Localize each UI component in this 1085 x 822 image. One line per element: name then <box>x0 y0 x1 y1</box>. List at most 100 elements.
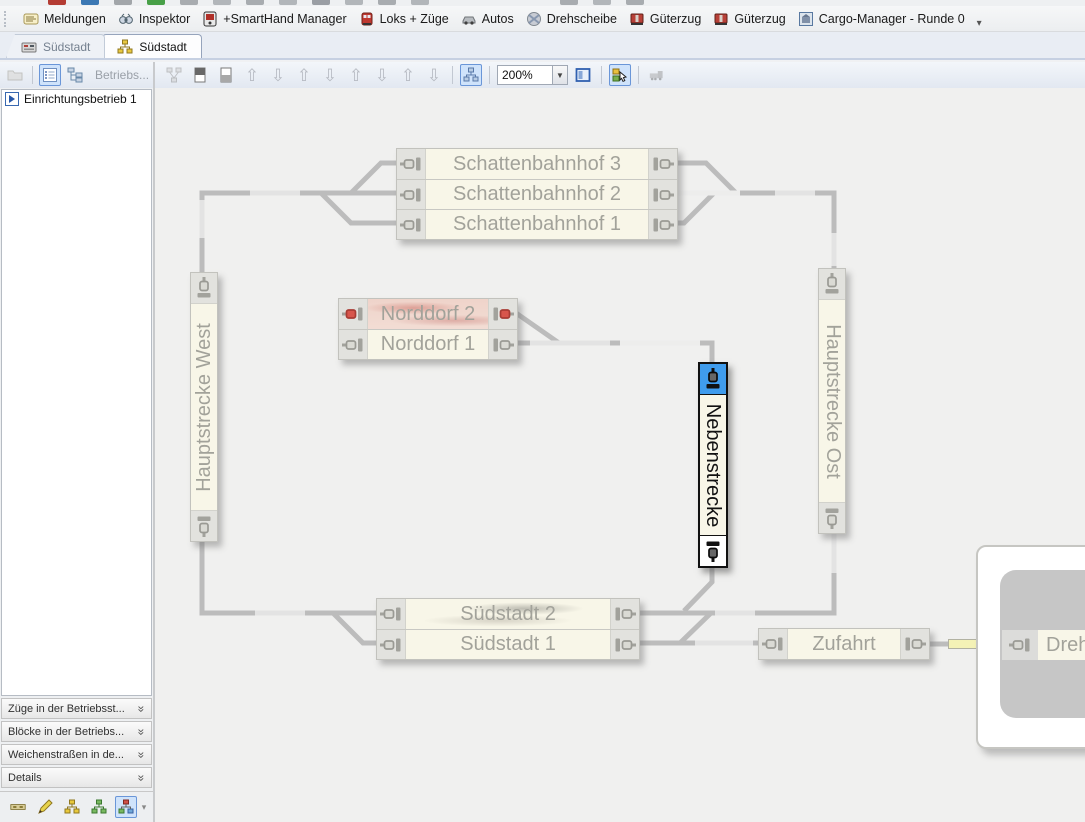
block-label: Südstadt 1 <box>460 633 556 656</box>
clipped-toolbar-icon <box>560 0 578 5</box>
train-tool-button[interactable] <box>646 64 668 86</box>
drehscheibe-button[interactable]: Drehscheibe <box>520 9 623 29</box>
hierarchy-mixed-button[interactable] <box>115 796 137 818</box>
clipped-toolbar-icon <box>180 0 198 5</box>
gueterzug-button-1[interactable]: Güterzug <box>623 9 707 29</box>
clipped-toolbar-icon <box>147 0 165 5</box>
hierarchy-yellow-button[interactable] <box>61 796 83 818</box>
list-item-einrichtungsbetrieb[interactable]: Einrichtungsbetrieb 1 <box>2 90 151 108</box>
sidebar-sections: Züge in der Betriebsst... » Blöcke in de… <box>0 698 153 788</box>
panel-view-button[interactable] <box>572 64 594 86</box>
stop-marker-icon <box>705 367 721 391</box>
block-bottom-button[interactable] <box>215 64 237 86</box>
inspektor-icon <box>118 11 134 27</box>
move-down-icon[interactable]: ⇩ <box>267 67 289 84</box>
move-down-icon[interactable]: ⇩ <box>371 67 393 84</box>
stop-marker-icon <box>613 637 637 653</box>
cargo-manager-button[interactable]: Cargo-Manager - Runde 0 <box>792 9 971 29</box>
cargo-manager-icon <box>798 11 814 27</box>
clipped-toolbar-icon <box>246 0 264 5</box>
stop-marker-icon <box>196 276 212 300</box>
block-schattenbahnhof-2[interactable]: Schattenbahnhof 2 <box>397 179 677 209</box>
network-button[interactable] <box>163 64 185 86</box>
toolbar-grip[interactable] <box>4 11 11 27</box>
folder-options-button[interactable] <box>4 64 26 86</box>
block-hauptstrecke-west[interactable]: Hauptstrecke West <box>190 272 218 542</box>
tree-view-button[interactable] <box>64 64 86 86</box>
block-hauptstrecke-ost[interactable]: Hauptstrecke Ost <box>818 268 846 534</box>
toolbar-overflow-icon[interactable]: ▾ <box>977 18 982 31</box>
toolbar-overflow-icon[interactable]: ▾ <box>142 802 147 813</box>
edit-pencil-button[interactable] <box>34 796 56 818</box>
track-element-button[interactable] <box>7 796 29 818</box>
block-label: Schattenbahnhof 3 <box>453 153 621 176</box>
hierarchy-view-button[interactable] <box>460 64 482 86</box>
move-down-icon[interactable]: ⇩ <box>423 67 445 84</box>
move-up-icon[interactable]: ⇧ <box>241 67 263 84</box>
section-zuege[interactable]: Züge in der Betriebsst... » <box>1 698 152 719</box>
stop-marker-icon <box>379 606 403 622</box>
hierarchy-green-icon <box>91 799 107 815</box>
block-top-button[interactable] <box>189 64 211 86</box>
block-exit-cap <box>191 511 217 541</box>
block-entry-cap <box>377 630 405 659</box>
block-schattenbahnhof-3[interactable]: Schattenbahnhof 3 <box>397 149 677 179</box>
block-exit-cap <box>649 180 677 209</box>
move-up-icon[interactable]: ⇧ <box>397 67 419 84</box>
block-nebenstrecke-selected[interactable]: Nebenstrecke <box>698 362 728 568</box>
turntable-panel: Drehs <box>976 545 1085 749</box>
network-icon <box>166 67 182 83</box>
select-tool-button[interactable] <box>609 64 631 86</box>
block-zufahrt[interactable]: Zufahrt <box>758 628 930 660</box>
main-area: Einrichtungsbetrieb 1 Züge in der Betrie… <box>0 88 1085 822</box>
move-up-icon[interactable]: ⇧ <box>293 67 315 84</box>
smarthand-manager-button[interactable]: +SmartHand Manager <box>196 9 352 29</box>
inspektor-button[interactable]: Inspektor <box>112 9 196 29</box>
hierarchy-yellow-icon <box>64 799 80 815</box>
stop-marker-icon <box>399 156 423 172</box>
view-mode-label: Betriebs... <box>95 68 149 82</box>
block-drehscheibe[interactable]: Drehs <box>1002 630 1085 660</box>
meldungen-button[interactable]: Meldungen <box>17 9 112 29</box>
separator <box>638 66 639 84</box>
block-norddorf-2[interactable]: Norddorf 2 <box>339 299 517 329</box>
tab-label: Südstadt <box>43 40 90 54</box>
pencil-icon <box>37 799 53 815</box>
loks-zuege-button[interactable]: Loks + Züge <box>353 9 455 29</box>
zoom-input[interactable] <box>497 65 553 85</box>
autos-button[interactable]: Autos <box>455 9 520 29</box>
move-up-icon[interactable]: ⇧ <box>345 67 367 84</box>
clipped-toolbar-icon <box>114 0 132 5</box>
cargo-manager-label: Cargo-Manager - Runde 0 <box>819 12 965 26</box>
block-norddorf-1[interactable]: Norddorf 1 <box>339 329 517 359</box>
main-toolbar: Meldungen Inspektor +SmartHand Manager L… <box>0 6 1085 32</box>
block-suedstadt-2[interactable]: Südstadt 2 <box>377 599 639 629</box>
section-weichenstrassen[interactable]: Weichenstraßen in de... » <box>1 744 152 765</box>
zoom-dropdown-button[interactable]: ▼ <box>553 65 568 85</box>
block-suedstadt-1[interactable]: Südstadt 1 <box>377 629 639 659</box>
separator <box>32 66 33 84</box>
loks-zuege-label: Loks + Züge <box>380 12 449 26</box>
sidebar-toolbar: Betriebs... <box>0 62 155 88</box>
stop-marker-icon <box>399 187 423 203</box>
stop-marker-icon <box>196 514 212 538</box>
section-bloecke[interactable]: Blöcke in der Betriebs... » <box>1 721 152 742</box>
block-label: Nebenstrecke <box>702 403 725 526</box>
list-view-button[interactable] <box>39 64 61 86</box>
stop-marker-icon <box>824 506 840 530</box>
section-label: Details <box>8 772 42 784</box>
clipped-toolbar-icon <box>626 0 644 5</box>
move-down-icon[interactable]: ⇩ <box>319 67 341 84</box>
tab-suedstadt-switchboard[interactable]: Südstadt <box>6 34 105 58</box>
clipped-toolbar-icon <box>593 0 611 5</box>
tab-suedstadt-dispatcher[interactable]: Südstadt <box>102 34 201 58</box>
block-exit-cap-occupied <box>489 299 517 329</box>
dispatcher-toolbar: ⇧ ⇩ ⇧ ⇩ ⇧ ⇩ ⇧ ⇩ ▼ <box>155 62 1085 88</box>
section-details[interactable]: Details » <box>1 767 152 788</box>
block-schattenbahnhof-1[interactable]: Schattenbahnhof 1 <box>397 209 677 239</box>
sidebar-bottom-toolbar: ▾ <box>0 791 153 822</box>
hierarchy-icon <box>463 67 479 83</box>
hierarchy-mixed-icon <box>118 799 134 815</box>
hierarchy-green-button[interactable] <box>88 796 110 818</box>
gueterzug-button-2[interactable]: Güterzug <box>707 9 791 29</box>
